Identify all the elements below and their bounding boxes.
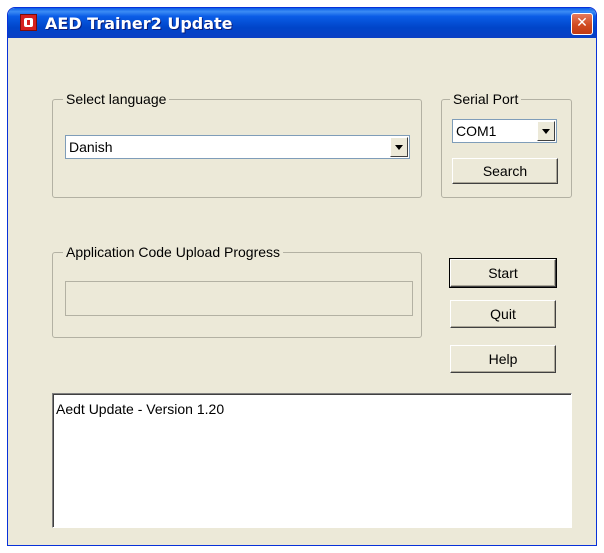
serial-port-select-value: COM1	[456, 123, 497, 139]
aed-app-icon	[20, 14, 37, 31]
start-button[interactable]: Start	[449, 258, 557, 288]
upload-progress-group-label: Application Code Upload Progress	[63, 244, 284, 260]
quit-button[interactable]: Quit	[450, 300, 556, 328]
serial-port-groupbox: Serial Port COM1 Search	[441, 91, 572, 198]
language-dropdown-button[interactable]	[390, 137, 408, 157]
language-select[interactable]: Danish	[65, 135, 410, 159]
language-group-label: Select language	[63, 91, 170, 107]
close-icon: ✕	[576, 15, 588, 31]
upload-progress-bar	[65, 281, 413, 316]
search-button[interactable]: Search	[452, 158, 558, 184]
title-bar[interactable]: AED Trainer2 Update ✕	[8, 8, 596, 38]
window-title: AED Trainer2 Update	[45, 14, 233, 33]
app-window: AED Trainer2 Update ✕ Select language Da…	[7, 7, 597, 546]
close-button[interactable]: ✕	[571, 13, 593, 35]
serial-port-select[interactable]: COM1	[452, 119, 557, 143]
language-select-value: Danish	[69, 139, 113, 155]
log-textbox[interactable]: Aedt Update - Version 1.20	[52, 393, 572, 528]
language-groupbox: Select language Danish	[52, 91, 422, 198]
chevron-down-icon	[395, 144, 403, 150]
serial-port-group-label: Serial Port	[450, 91, 522, 107]
help-button[interactable]: Help	[450, 345, 556, 373]
log-line: Aedt Update - Version 1.20	[56, 401, 225, 417]
chevron-down-icon	[542, 128, 550, 134]
serial-port-dropdown-button[interactable]	[537, 121, 555, 141]
dialog-body: Select language Danish Serial Port COM1 …	[8, 38, 596, 545]
